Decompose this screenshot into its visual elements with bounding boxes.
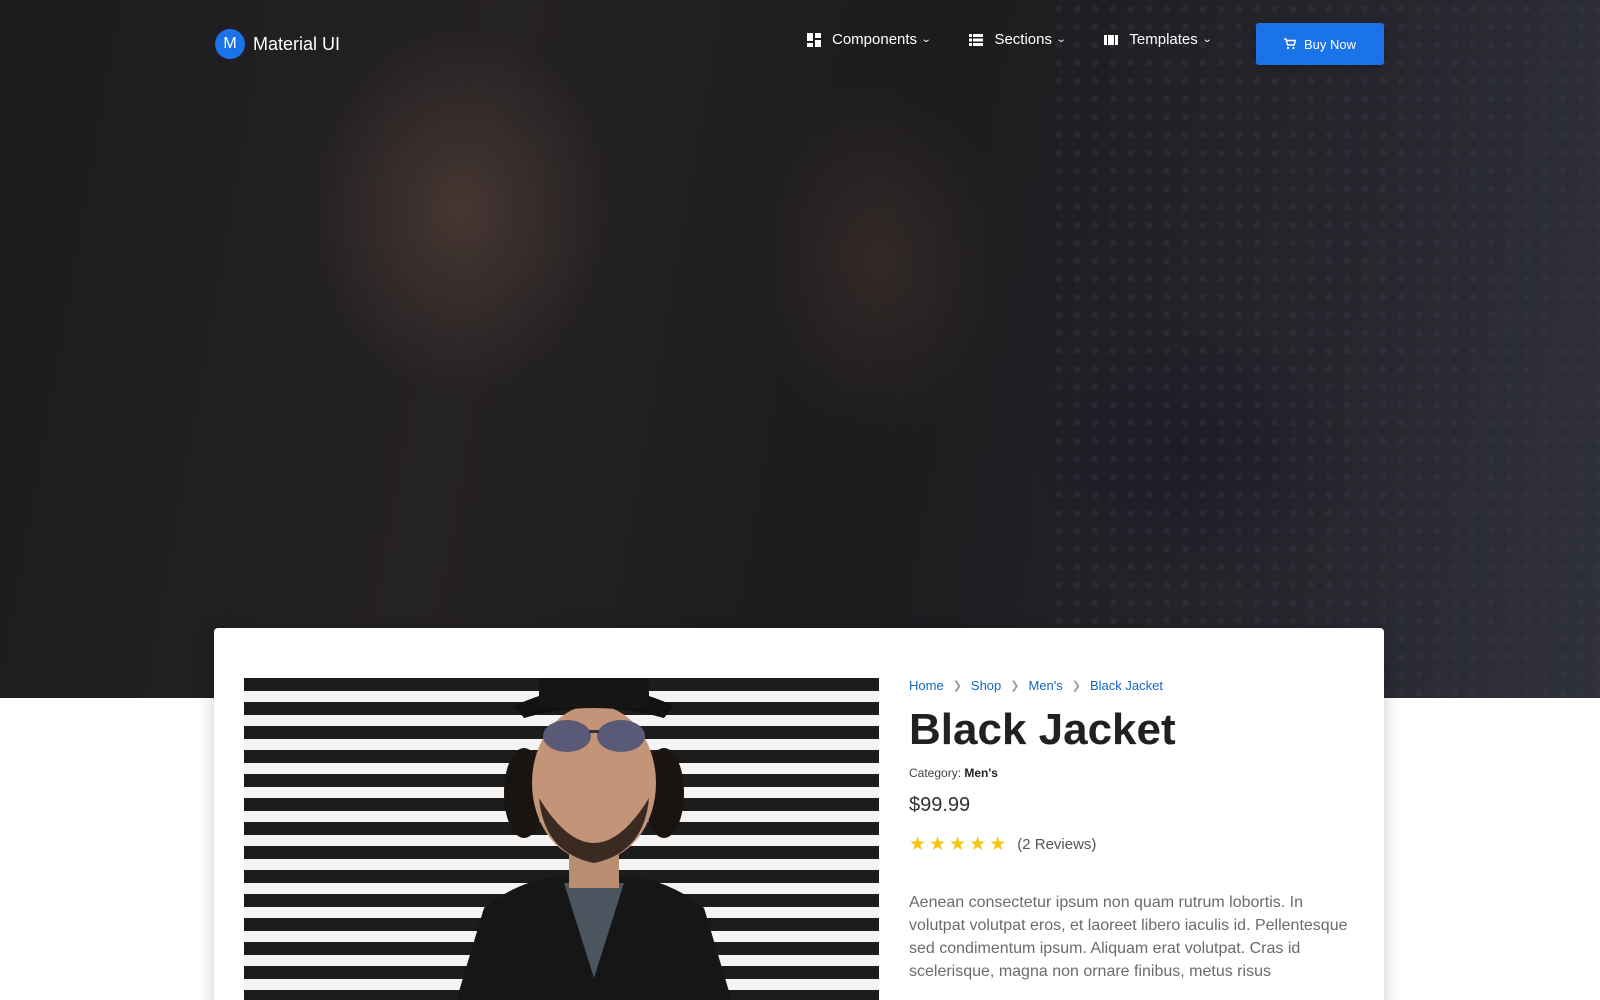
nav-links: Components ⌄ Sections ⌄ Templates ⌄ [806, 31, 1213, 48]
chevron-right-icon: ❯ [952, 680, 962, 692]
chevron-down-icon: ⌄ [1055, 34, 1067, 45]
category-label: Category: [909, 765, 962, 780]
nav-sections-label: Sections [994, 31, 1052, 48]
star-icon: ★ [969, 833, 987, 855]
category-value[interactable]: Men's [964, 766, 998, 780]
product-rating: ★ ★ ★ ★ ★ (2 Reviews) [909, 833, 1359, 856]
breadcrumb-current: Black Jacket [1090, 678, 1163, 693]
buy-now-button[interactable]: Buy Now [1256, 23, 1384, 65]
view-columns-icon [1104, 34, 1119, 45]
product-description: Aenean consectetur ipsum non quam rutrum… [909, 893, 1348, 980]
cart-icon [1283, 38, 1296, 50]
list-icon [969, 33, 984, 46]
product-title: Black Jacket [909, 705, 1176, 754]
nav-templates[interactable]: Templates ⌄ [1103, 31, 1213, 48]
brand-name: Material UI [253, 33, 341, 54]
chevron-right-icon: ❯ [1010, 680, 1020, 692]
nav-templates-label: Templates [1129, 31, 1198, 48]
product-info: Home ❯ Shop ❯ Men's ❯ Black Jacket Black… [909, 678, 1359, 983]
brand-logo[interactable]: M Material UI [215, 29, 340, 59]
nav-sections[interactable]: Sections ⌄ [968, 31, 1067, 48]
chevron-down-icon: ⌄ [920, 34, 932, 45]
hero-background [0, 0, 1600, 698]
star-icon: ★ [909, 833, 927, 855]
breadcrumb-shop[interactable]: Shop [971, 678, 1001, 693]
chevron-right-icon: ❯ [1071, 680, 1081, 692]
product-image [244, 678, 879, 1000]
product-price: $99.99 [909, 793, 971, 816]
buy-now-label: Buy Now [1303, 36, 1357, 52]
star-icon: ★ [929, 833, 947, 855]
star-icon: ★ [989, 833, 1007, 855]
nav-components[interactable]: Components ⌄ [806, 31, 932, 48]
breadcrumb-home[interactable]: Home [909, 678, 944, 693]
product-card: Home ❯ Shop ❯ Men's ❯ Black Jacket Black… [214, 628, 1384, 1000]
product-category: Category: Men's [909, 766, 1359, 780]
hero-overlay [0, 0, 1600, 698]
breadcrumb: Home ❯ Shop ❯ Men's ❯ Black Jacket [909, 678, 1359, 693]
star-icon: ★ [949, 833, 967, 855]
reviews-count[interactable]: (2 Reviews) [1017, 836, 1096, 853]
breadcrumb-mens[interactable]: Men's [1029, 678, 1063, 693]
nav-components-label: Components [832, 31, 918, 48]
navbar: M Material UI Components ⌄ Sections ⌄ Te… [0, 0, 1600, 88]
chevron-down-icon: ⌄ [1201, 34, 1213, 45]
dashboard-icon [807, 32, 821, 47]
model-figure [456, 678, 732, 1000]
brand-badge: M [215, 29, 245, 59]
